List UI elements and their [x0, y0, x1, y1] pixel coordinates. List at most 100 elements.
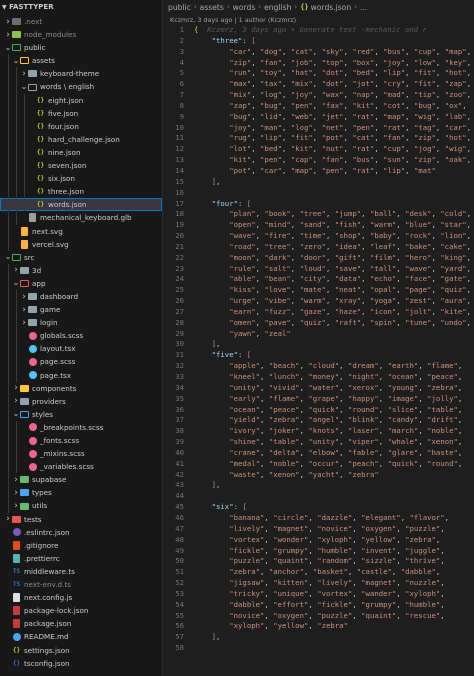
breadcrumb-item-more[interactable]: ...	[360, 0, 367, 15]
code-line[interactable]: 30 ],	[164, 339, 474, 350]
code-line[interactable]: 38 "ivory", "joker", "knots", "laser", "…	[164, 426, 474, 437]
tree-file-package-lock-json[interactable]: package-lock.json	[0, 604, 162, 617]
tree-folder-dashboard[interactable]: › dashboard	[0, 289, 162, 304]
tree-file-mixins-scss[interactable]: _mixins.scss	[0, 447, 162, 461]
tree-file-page-tsx[interactable]: page.tsx	[0, 368, 162, 382]
code-line[interactable]: 36 "ocean", "peace", "quick", "round", "…	[164, 405, 474, 416]
chevron-right-icon[interactable]: ›	[4, 16, 12, 28]
tree-file-prettierrc[interactable]: .prettierrc	[0, 552, 162, 565]
breadcrumb-item-words[interactable]: words	[233, 0, 256, 15]
tree-folder-public[interactable]: ⌄ public	[0, 41, 162, 54]
tree-file-layout-tsx[interactable]: layout.tsx	[0, 342, 162, 356]
code-line[interactable]: 42 "waste", "xenon", "yacht", "zebra"	[164, 470, 474, 481]
chevron-right-icon[interactable]: ›	[12, 395, 20, 407]
code-line[interactable]: 6 "max", "tax", "mix", "dot", "jot", "cr…	[164, 79, 474, 90]
code-line[interactable]: 3 "car", "dog", "cat", "sky", "red", "bu…	[164, 47, 474, 58]
tree-file-eslintrc-json[interactable]: .eslintrc.json	[0, 526, 162, 539]
code-line[interactable]: 57 ],	[164, 632, 474, 643]
tree-file-readme-md[interactable]: README.md	[0, 630, 162, 643]
code-area[interactable]: 1 { Kczmrz, 3 days ago • Generate text -m…	[164, 25, 474, 654]
tree-folder-src[interactable]: ⌄ src	[0, 251, 162, 264]
code-line[interactable]: 51 "zebra", "anchor", "basket", "castle"…	[164, 567, 474, 578]
code-line[interactable]: 44	[164, 491, 474, 502]
code-line[interactable]: 32 "apple", "beach", "cloud", "dream", "…	[164, 361, 474, 372]
code-line[interactable]: 18 "plan", "book", "tree", "jump", "ball…	[164, 209, 474, 220]
tree-file-settings-json[interactable]: {} settings.json	[0, 644, 162, 657]
tree-file-next-config-js[interactable]: next.config.js	[0, 591, 162, 604]
tree-file-vercel-svg[interactable]: vercel.svg	[0, 237, 162, 251]
tree-file-globals-scss[interactable]: globals.scss	[0, 329, 162, 343]
code-line[interactable]: 47 "lively", "magnet", "novice", "oxygen…	[164, 524, 474, 535]
git-blame-header[interactable]: Kczmrz, 3 days ago | 1 author (Kczmrz)	[164, 15, 474, 25]
code-line[interactable]: 11 "rug", "lip", "fit", "pot", "cat", "f…	[164, 133, 474, 144]
code-line[interactable]: 56 "xyloph", "yellow", "zebra"	[164, 621, 474, 632]
tree-folder-supabase[interactable]: › supabase	[0, 473, 162, 487]
tree-file-variables-scss[interactable]: _variables.scss	[0, 460, 162, 474]
tree-file-tsconfig-json[interactable]: {} tsconfig.json	[0, 657, 162, 670]
tree-folder-utils[interactable]: › utils	[0, 499, 162, 513]
tree-folder-node-modules[interactable]: › node_modules	[0, 28, 162, 41]
code-line[interactable]: 4 "zip", "fan", "job", "top", "box", "jo…	[164, 58, 474, 69]
code-line[interactable]: 8 "zap", "bug", "pen", "fax", "kit", "co…	[164, 101, 474, 112]
chevron-down-icon[interactable]: ⌄	[4, 253, 12, 261]
tree-file-page-scss[interactable]: page.scss	[0, 355, 162, 369]
tree-file-words-json[interactable]: {} words.json	[0, 198, 162, 212]
breadcrumb-item-assets[interactable]: assets	[200, 0, 224, 15]
tree-folder-login[interactable]: › login	[0, 316, 162, 330]
code-line[interactable]: 5 "run", "toy", "hat", "dot", "bed", "li…	[164, 68, 474, 79]
code-line[interactable]: 27 "earn", "fuzz", "gaze", "haze", "icon…	[164, 307, 474, 318]
code-line[interactable]: 26 "urge", "vibe", "warm", "xray", "yoga…	[164, 296, 474, 307]
code-line[interactable]: 13 "kit", "pen", "cap", "fan", "bus", "s…	[164, 155, 474, 166]
code-line[interactable]: 52 "jigsaw", "kitten", "lively", "magnet…	[164, 578, 474, 589]
code-line[interactable]: 43 ],	[164, 480, 474, 491]
tree-file-eight-json[interactable]: {} eight.json	[0, 93, 162, 107]
code-line[interactable]: 10 "joy", "man", "log", "net", "pen", "r…	[164, 123, 474, 134]
tree-folder-game[interactable]: › game	[0, 303, 162, 317]
tree-folder-keyboard-theme[interactable]: › keyboard-theme	[0, 67, 162, 81]
code-line[interactable]: 39 "shine", "table", "unity", "viper", "…	[164, 437, 474, 448]
tree-folder-words-english[interactable]: ⌄ words \ english	[0, 80, 162, 94]
chevron-down-icon[interactable]: ⌄	[12, 279, 20, 287]
code-line[interactable]: 35 "early", "flame", "grape", "happy", "…	[164, 394, 474, 405]
code-line[interactable]: 17 "four": [	[164, 199, 474, 210]
tree-file-fonts-scss[interactable]: _fonts.scss	[0, 434, 162, 448]
chevron-right-icon[interactable]: ›	[12, 264, 20, 276]
tree-folder-assets[interactable]: ⌄ assets	[0, 54, 162, 68]
code-line[interactable]: 34 "unity", "vivid", "water", "xerox", "…	[164, 383, 474, 394]
breadcrumb-item-public[interactable]: public	[168, 0, 191, 15]
tree-file-mechanical-keyboard-glb[interactable]: mechanical_keyboard.glb	[0, 211, 162, 225]
code-line[interactable]: 55 "novice", "oxygen", "puzzle", "quaint…	[164, 611, 474, 622]
editor-pane[interactable]: public › assets › words › english › {} w…	[164, 0, 474, 676]
tree-file-hard-challenge-json[interactable]: {} hard_challenge.json	[0, 132, 162, 146]
tree-folder-components[interactable]: › components	[0, 381, 162, 395]
tree-file-four-json[interactable]: {} four.json	[0, 119, 162, 133]
code-line[interactable]: 58	[164, 643, 474, 654]
code-line[interactable]: 25 "kiss", "love", "mate", "neat", "opal…	[164, 285, 474, 296]
tree-file-gitignore[interactable]: .gitignore	[0, 539, 162, 552]
tree-file-five-json[interactable]: {} five.json	[0, 106, 162, 120]
chevron-right-icon[interactable]: ›	[4, 513, 12, 525]
code-line[interactable]: 23 "rule", "salt", "loud", "save", "tall…	[164, 264, 474, 275]
code-line[interactable]: 48 "vortex", "wonder", "xyloph", "yellow…	[164, 535, 474, 546]
tree-folder-next[interactable]: › .next	[0, 15, 162, 28]
chevron-down-icon[interactable]: ⌄	[4, 43, 12, 51]
tree-file-next-svg[interactable]: next.svg	[0, 224, 162, 238]
tree-folder-3d[interactable]: › 3d	[0, 263, 162, 277]
code-line[interactable]: 1 { Kczmrz, 3 days ago • Generate text -m…	[164, 25, 474, 36]
code-line[interactable]: 12 "lot", "bed", "kit", "nut", "rat", "c…	[164, 144, 474, 155]
code-line[interactable]: 21 "road", "tree", "zero", "idea", "leaf…	[164, 242, 474, 253]
code-line[interactable]: 41 "medal", "noble", "occur", "peach", "…	[164, 459, 474, 470]
code-line[interactable]: 54 "dabble", "effort", "fickle", "grumpy…	[164, 600, 474, 611]
code-line[interactable]: 40 "crane", "delta", "elbow", "fable", "…	[164, 448, 474, 459]
tree-file-breakpoints-scss[interactable]: _breakpoints.scss	[0, 420, 162, 434]
code-line[interactable]: 31 "five": [	[164, 350, 474, 361]
code-line[interactable]: 29 "yawn", "zeal"	[164, 329, 474, 340]
code-line[interactable]: 45 "six": [	[164, 502, 474, 513]
tree-folder-app[interactable]: ⌄ app	[0, 276, 162, 290]
explorer-root-header[interactable]: ▼ FASTTYPER	[0, 0, 162, 15]
tree-file-three-json[interactable]: {} three.json	[0, 185, 162, 199]
code-line[interactable]: 49 "fickle", "grumpy", "humble", "invent…	[164, 546, 474, 557]
chevron-right-icon[interactable]: ›	[20, 291, 28, 303]
tree-file-nine-json[interactable]: {} nine.json	[0, 145, 162, 160]
chevron-right-icon[interactable]: ›	[4, 29, 12, 41]
